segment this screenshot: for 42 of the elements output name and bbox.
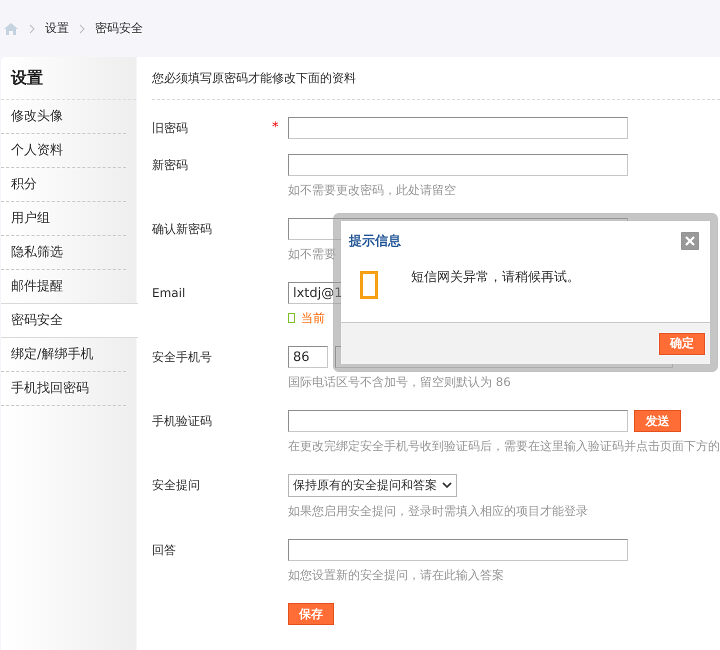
hint-text: 如不需要更改密码，此处请留空 [288,182,457,199]
hint-text: 如果您启用安全提问，登录时需填入相应的项目才能登录 [288,503,588,520]
sidebar-title: 设置 [1,57,136,100]
input-field[interactable] [288,539,628,561]
breadcrumb-link[interactable]: 密码安全 [95,20,143,37]
sidebar-item[interactable]: 手机找回密码 [1,372,126,406]
field-label: 回答 [152,543,176,557]
country-code-field[interactable]: 86 [288,346,328,368]
hint-text: 如您设置新的安全提问，请在此输入答案 [288,567,505,584]
hint-text: 在更改完绑定安全手机号收到验证码后，需要在这里输入验证码并点击页面下方的 [288,438,720,455]
field-label: 新密码 [152,158,188,172]
field-label: 确认新密码 [152,222,212,236]
hint-text: 国际电话区号不含加号，留空则默认为 86 [288,374,512,391]
required-mark: * [272,121,278,135]
sidebar-item[interactable]: 用户组 [1,202,126,236]
sidebar-item[interactable]: 绑定/解绑手机 [1,338,126,372]
square-icon [288,313,295,323]
sidebar-item[interactable]: 隐私筛选 [1,236,126,270]
breadcrumb-link[interactable]: 设置 [45,20,69,37]
sidebar-item[interactable]: 密码安全 [1,303,138,338]
field-label: 安全手机号 [152,350,212,364]
close-icon[interactable] [681,232,699,250]
sidebar-item[interactable]: 积分 [1,168,126,202]
question-select[interactable]: 保持原有的安全提问和答案 [288,474,457,497]
chevron-icon [79,24,85,34]
field-label: 旧密码 [152,121,188,135]
hint-text: 如不需要 [288,246,337,263]
dialog-title: 提示信息 [349,233,401,250]
chevron-icon [29,24,35,34]
caret-icon [442,482,452,489]
code-field[interactable] [288,410,628,432]
input-field[interactable] [288,154,628,176]
sidebar-item[interactable]: 个人资料 [1,134,126,168]
input-field[interactable] [288,117,628,139]
dialog-message: 短信网关异常，请稍候再试。 [411,269,580,286]
notice-text: 您必须填写原密码才能修改下面的资料 [152,70,356,86]
square-icon [360,271,378,299]
sidebar-item[interactable]: 修改头像 [1,100,126,134]
status-text: 当前 [301,310,325,327]
field-label: 手机验证码 [152,414,212,428]
field-label: 安全提问 [152,478,200,492]
field-label: Email [152,286,186,300]
